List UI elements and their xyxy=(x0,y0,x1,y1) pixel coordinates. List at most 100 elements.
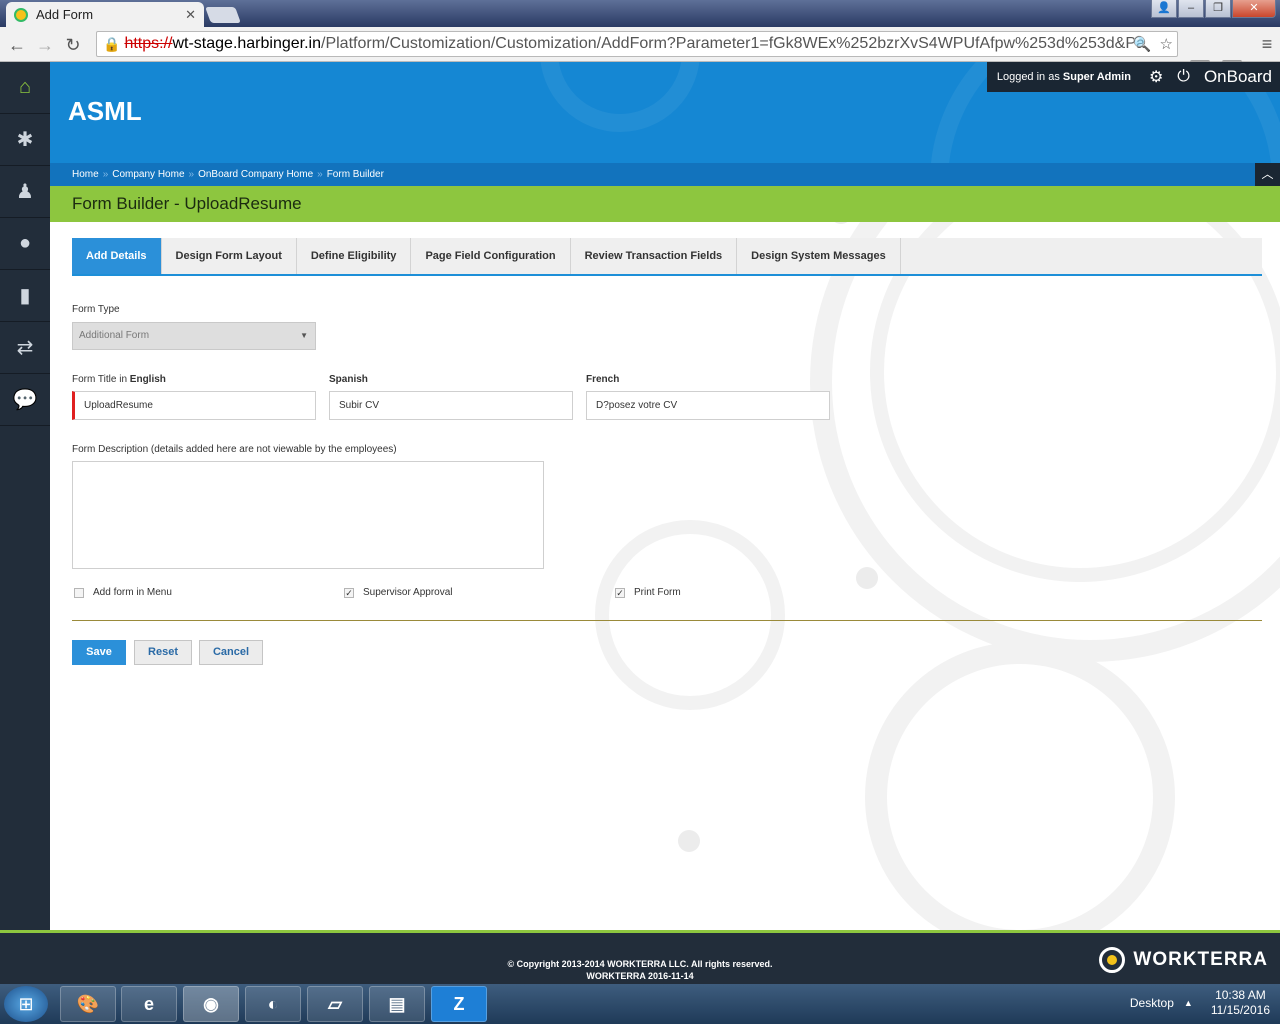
watermark-decoration xyxy=(595,520,785,710)
tab-review-transaction-fields[interactable]: Review Transaction Fields xyxy=(570,238,738,274)
form-description-label: Form Description (details added here are… xyxy=(72,444,397,455)
supervisor-approval-checkbox[interactable]: ✓ xyxy=(344,587,354,598)
main-content: Add Details Design Form Layout Define El… xyxy=(50,222,1280,930)
page-footer: © Copyright 2013-2014 WORKTERRA LLC. All… xyxy=(0,930,1280,984)
close-tab-icon[interactable]: ✕ xyxy=(185,7,196,23)
os-taskbar: ⊞ 🎨 e ◉ ◐ ▱ ▤ Z Desktop ▲ 10:38 AM 11/15… xyxy=(0,984,1280,1024)
watermark-decoration xyxy=(865,642,1175,930)
url-scheme: https:// xyxy=(124,35,173,52)
form-builder-tabs: Add Details Design Form Layout Define El… xyxy=(72,238,1262,276)
user-icon[interactable]: ● xyxy=(0,218,50,270)
person-icon[interactable]: 👤 xyxy=(1151,0,1177,18)
form-description-textarea[interactable] xyxy=(72,461,544,569)
system-clock[interactable]: 10:38 AM 11/15/2016 xyxy=(1211,988,1270,1018)
browser-tab[interactable]: Add Form ✕ xyxy=(6,2,204,27)
watermark-dot xyxy=(678,830,700,852)
print-form-label: Print Form xyxy=(634,587,681,598)
footer-copyright: © Copyright 2013-2014 WORKTERRA LLC. All… xyxy=(507,959,773,981)
breadcrumb-form-builder[interactable]: Form Builder xyxy=(327,169,384,180)
app-header: ASML Logged in as Super Admin ⚙ ⏻ OnBoar… xyxy=(50,62,1280,163)
header-decoration xyxy=(540,62,700,132)
workterra-logo-icon xyxy=(1099,947,1126,973)
watermark-dot xyxy=(830,222,852,224)
forward-icon[interactable]: → xyxy=(34,34,56,56)
form-type-label: Form Type xyxy=(72,304,120,315)
bookmark-star-icon[interactable]: ☆ xyxy=(1160,35,1173,53)
tab-add-details[interactable]: Add Details xyxy=(72,238,162,274)
reset-button[interactable]: Reset xyxy=(134,640,192,665)
form-divider xyxy=(72,620,1262,621)
cancel-button[interactable]: Cancel xyxy=(199,640,263,665)
maximize-button[interactable]: ❐ xyxy=(1205,0,1231,18)
windows-start-icon[interactable]: ⊞ xyxy=(4,986,48,1022)
new-tab-button[interactable] xyxy=(205,7,241,23)
app-sidebar: ⌂ ✱ ♟ ● ▮ ⇄ 💬 xyxy=(0,62,50,930)
form-title-french-label: French xyxy=(586,374,620,385)
watermark-dot xyxy=(856,567,878,589)
tray-expand-icon[interactable]: ▲ xyxy=(1184,998,1193,1008)
zoho-icon[interactable]: Z xyxy=(431,986,487,1022)
user-settings-icon[interactable]: ♟ xyxy=(0,166,50,218)
search-icon[interactable]: 🔍 xyxy=(1133,35,1152,53)
breadcrumb-onboard-company-home[interactable]: OnBoard Company Home xyxy=(198,169,313,180)
form-title-spanish-input[interactable]: Subir CV xyxy=(329,391,573,420)
insecure-lock-icon: 🔒 xyxy=(103,35,121,52)
add-form-in-menu-checkbox[interactable] xyxy=(74,587,84,598)
tab-design-system-messages[interactable]: Design System Messages xyxy=(737,238,901,274)
url-host: wt-stage.harbinger.in xyxy=(172,35,321,52)
internet-explorer-icon[interactable]: e xyxy=(121,986,177,1022)
browser-toolbar: ← → ↻ 🔒 https:// wt-stage.harbinger.in /… xyxy=(0,28,1280,80)
browser-chrome: Add Form ✕ 👤 – ❐ ✕ ← → ↻ 🔒 https:// wt-s… xyxy=(0,0,1280,80)
transfer-icon[interactable]: ⇄ xyxy=(0,322,50,374)
breadcrumb: Home» Company Home» OnBoard Company Home… xyxy=(50,163,1280,186)
gear-icon[interactable]: ⚙ xyxy=(1149,67,1163,87)
save-button[interactable]: Save xyxy=(72,640,126,665)
bar-chart-icon[interactable]: ▮ xyxy=(0,270,50,322)
print-form-checkbox[interactable]: ✓ xyxy=(615,587,625,598)
site-favicon-icon xyxy=(14,7,28,22)
url-path: /Platform/Customization/Customization/Ad… xyxy=(321,35,1145,52)
file-explorer-icon[interactable]: ▱ xyxy=(307,986,363,1022)
login-status: Logged in as Super Admin xyxy=(996,71,1131,83)
tab-design-form-layout[interactable]: Design Form Layout xyxy=(161,238,297,274)
system-tray: Desktop ▲ 10:38 AM 11/15/2016 xyxy=(1130,988,1270,1018)
window-controls: 👤 – ❐ ✕ xyxy=(1150,0,1276,18)
firefox-icon[interactable]: ◐ xyxy=(245,986,301,1022)
tab-define-eligibility[interactable]: Define Eligibility xyxy=(296,238,412,274)
desktop-toolbar-label[interactable]: Desktop xyxy=(1130,996,1174,1010)
paint-icon[interactable]: 🎨 xyxy=(60,986,116,1022)
power-icon[interactable]: ⏻ xyxy=(1177,68,1190,86)
workterra-logo: WORKTERRA xyxy=(1099,947,1268,973)
breadcrumb-home[interactable]: Home xyxy=(72,169,99,180)
form-title-french-input[interactable]: D?posez votre CV xyxy=(586,391,830,420)
reload-icon[interactable]: ↻ xyxy=(62,34,84,56)
tab-page-field-configuration[interactable]: Page Field Configuration xyxy=(411,238,571,274)
menu-icon[interactable]: ≡ xyxy=(1256,33,1278,55)
chrome-icon[interactable]: ◉ xyxy=(183,986,239,1022)
form-title-english-input[interactable]: UploadResume xyxy=(72,391,316,420)
add-form-in-menu-option: Add form in Menu xyxy=(74,587,172,598)
home-icon[interactable]: ⌂ xyxy=(0,62,50,114)
user-topbar: Logged in as Super Admin ⚙ ⏻ OnBoard xyxy=(986,62,1280,92)
print-form-option: ✓ Print Form xyxy=(615,587,681,598)
app-name: OnBoard xyxy=(1203,67,1272,86)
form-title-english-label: Form Title in English xyxy=(72,374,166,385)
chat-icon[interactable]: 💬 xyxy=(0,374,50,426)
browser-tab-title: Add Form xyxy=(36,7,94,22)
page-title: Form Builder - UploadResume xyxy=(50,186,1280,222)
sticky-notes-icon[interactable]: ▤ xyxy=(369,986,425,1022)
form-type-select[interactable]: Additional Form ▼ xyxy=(72,322,316,350)
supervisor-approval-label: Supervisor Approval xyxy=(363,587,453,598)
form-type-value: Additional Form xyxy=(79,330,150,341)
address-bar[interactable]: 🔒 https:// wt-stage.harbinger.in /Platfo… xyxy=(96,31,1178,57)
browser-tabstrip: Add Form ✕ 👤 – ❐ ✕ xyxy=(0,0,1280,27)
breadcrumb-company-home[interactable]: Company Home xyxy=(112,169,184,180)
close-window-button[interactable]: ✕ xyxy=(1232,0,1276,18)
chevron-up-icon[interactable]: ︿ xyxy=(1255,163,1280,186)
minimize-button[interactable]: – xyxy=(1178,0,1204,18)
puzzle-icon[interactable]: ✱ xyxy=(0,114,50,166)
chevron-down-icon: ▼ xyxy=(300,331,308,340)
back-icon[interactable]: ← xyxy=(6,34,28,56)
form-title-spanish-label: Spanish xyxy=(329,374,368,385)
supervisor-approval-option: ✓ Supervisor Approval xyxy=(344,587,453,598)
